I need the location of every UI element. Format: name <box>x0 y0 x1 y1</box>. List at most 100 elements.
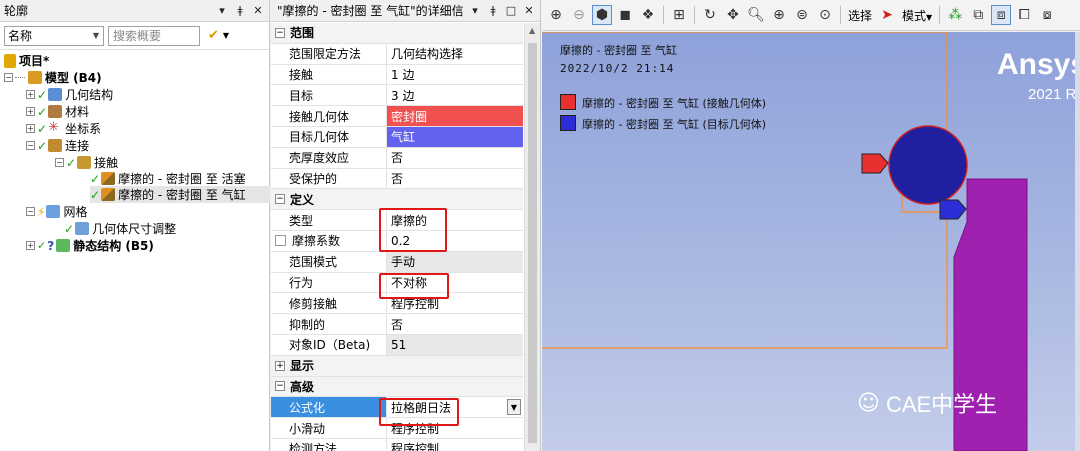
row-value[interactable]: 否 <box>387 148 523 168</box>
collapse-icon[interactable]: − <box>26 207 35 216</box>
maximize-icon[interactable]: □ <box>504 4 518 17</box>
row-value[interactable]: 几何结构选择 <box>387 44 523 64</box>
formulation-dropdown[interactable]: 拉格朗日法 ▼ <box>387 397 523 417</box>
tree-item-project[interactable]: 项目* <box>4 52 49 69</box>
row-contact[interactable]: 接触 1 边 <box>271 64 523 86</box>
zoom-in-icon[interactable]: ⊕ <box>546 5 566 25</box>
pin-icon[interactable]: ǂ <box>233 4 247 17</box>
cursor-icon[interactable]: ➤ <box>877 5 897 25</box>
row-value[interactable]: 摩擦的 <box>387 210 523 230</box>
mode-dropdown[interactable]: 模式▼ <box>902 7 932 24</box>
tree-item-static-structural[interactable]: + ✓ ? 静态结构 (B5) <box>26 237 154 254</box>
tree-item-contacts[interactable]: − ✓ 接触 <box>55 154 118 171</box>
tree-item-contact-cylinder[interactable]: ✓ 摩擦的 - 密封圈 至 气缸 <box>90 186 270 203</box>
graphics-viewport[interactable]: 摩擦的 - 密封圈 至 气缸 2022/10/2 21:14 摩擦的 - 密封圈… <box>542 32 1080 451</box>
chevron-down-icon[interactable]: ▼ <box>223 31 229 40</box>
tree-item-model[interactable]: − 模型 (B4) <box>4 69 102 86</box>
section-advanced[interactable]: − 高级 <box>271 376 523 398</box>
panel-menu-icon[interactable]: ▾ <box>215 4 229 17</box>
row-value[interactable]: 手动 <box>387 251 523 272</box>
collapse-icon[interactable]: − <box>4 73 13 82</box>
extend-icon[interactable]: ⧇ <box>1037 5 1057 25</box>
row-value[interactable]: 气缸 <box>387 126 523 147</box>
select-vertex-icon[interactable]: ⁂ <box>945 5 965 25</box>
model-geometry[interactable] <box>542 32 1080 451</box>
row-shell-thickness[interactable]: 壳厚度效应否 <box>271 147 523 169</box>
row-trim-contact[interactable]: 修剪接触 程序控制 <box>271 293 523 315</box>
row-value[interactable]: 程序控制 <box>387 293 523 313</box>
scroll-up-icon[interactable]: ▲ <box>529 26 535 35</box>
expand-icon[interactable]: + <box>26 107 35 116</box>
row-target[interactable]: 目标 3 边 <box>271 85 523 107</box>
row-protected[interactable]: 受保护的否 <box>271 168 523 190</box>
check-icon: ✓ <box>37 239 47 252</box>
tree-item-coordinate-systems[interactable]: + ✓ ✳ 坐标系 <box>26 120 101 137</box>
row-value[interactable]: 否 <box>387 314 523 334</box>
tree-item-body-sizing[interactable]: ✓ 几何体尺寸调整 <box>64 220 176 237</box>
row-value[interactable]: 3 边 <box>387 85 523 105</box>
coordinate-icon[interactable]: ⊞ <box>669 5 689 25</box>
select-body-2-icon[interactable]: ⧠ <box>1014 5 1034 25</box>
row-contact-bodies[interactable]: 接触几何体 密封圈 <box>271 106 523 127</box>
name-filter-combo[interactable]: 名称 ▼ <box>4 25 104 46</box>
expand-icon[interactable]: + <box>275 360 285 371</box>
row-behavior[interactable]: 行为 不对称 <box>271 272 523 294</box>
tree-item-geometry[interactable]: + ✓ 几何结构 <box>26 86 113 103</box>
row-value[interactable]: 否 <box>387 169 523 189</box>
scrollbar-thumb[interactable] <box>528 43 537 443</box>
row-small-sliding[interactable]: 小滑动 程序控制 <box>271 418 523 439</box>
tree-item-connections[interactable]: − ✓ 连接 <box>26 137 89 154</box>
close-icon[interactable]: ✕ <box>251 4 265 17</box>
collapse-icon[interactable]: − <box>55 158 64 167</box>
zoom-icon[interactable]: 🔍︎ <box>746 5 766 25</box>
row-detection-method[interactable]: 检测方法 程序控制 <box>271 438 523 451</box>
search-input[interactable]: 搜索概要 <box>108 25 200 46</box>
row-type[interactable]: 类型 摩擦的 <box>271 210 523 231</box>
filter-expand-icon[interactable]: ✔ <box>208 28 219 43</box>
row-target-bodies[interactable]: 目标几何体 气缸 <box>271 126 523 148</box>
pin-icon[interactable]: ǂ <box>486 4 500 17</box>
expand-icon[interactable]: + <box>26 90 35 99</box>
zoom-box-icon[interactable]: ⊕ <box>769 5 789 25</box>
row-value[interactable]: 密封圈 <box>387 106 523 126</box>
tree-item-materials[interactable]: + ✓ 材料 <box>26 103 89 120</box>
row-formulation[interactable]: 公式化 拉格朗日法 ▼ <box>271 397 523 419</box>
details-scrollbar[interactable]: ▲ <box>524 23 540 451</box>
parameter-checkbox[interactable] <box>275 235 286 247</box>
section-display[interactable]: + 显示 <box>271 355 523 377</box>
select-edge-icon[interactable]: ⧉ <box>968 5 988 25</box>
tree-item-mesh[interactable]: − ⚡ 网格 <box>26 203 87 220</box>
section-definition[interactable]: − 定义 <box>271 189 523 211</box>
tree-item-contact-piston[interactable]: ✓ 摩擦的 - 密封圈 至 活塞 <box>90 170 246 187</box>
pan-icon[interactable]: ✥ <box>723 5 743 25</box>
rotate-icon[interactable]: ↻ <box>700 5 720 25</box>
close-icon[interactable]: ✕ <box>522 4 536 17</box>
select-body-icon[interactable]: ⬢ <box>592 5 612 25</box>
collapse-icon[interactable]: − <box>275 381 285 392</box>
select-face-icon[interactable]: ⧈ <box>991 5 1012 25</box>
expand-icon[interactable]: + <box>26 241 35 250</box>
row-value[interactable]: 0.2 <box>387 231 523 251</box>
row-friction-coefficient[interactable]: 摩擦系数 0.2 <box>271 230 523 252</box>
visibility-icon[interactable]: ❖ <box>638 5 658 25</box>
chevron-down-icon[interactable]: ▼ <box>507 399 521 416</box>
expand-icon[interactable]: + <box>26 124 35 133</box>
cube-icon[interactable]: ◼ <box>615 5 635 25</box>
panel-menu-icon[interactable]: ▾ <box>468 4 482 17</box>
row-suppressed[interactable]: 抑制的否 <box>271 314 523 335</box>
section-scope[interactable]: − 范围 <box>271 23 523 44</box>
collapse-icon[interactable]: − <box>26 141 35 150</box>
zoom-fit-icon[interactable]: ⊜ <box>792 5 812 25</box>
row-value[interactable]: 程序控制 <box>387 418 523 438</box>
zoom-out-icon[interactable]: ⊖ <box>569 5 589 25</box>
row-key: 抑制的 <box>271 314 387 334</box>
row-value[interactable]: 程序控制 <box>387 439 523 451</box>
row-value[interactable]: 1 边 <box>387 65 523 85</box>
row-scope-mode[interactable]: 范围模式 手动 <box>271 251 523 273</box>
row-value[interactable]: 不对称 <box>387 273 523 293</box>
collapse-icon[interactable]: − <box>275 27 285 38</box>
magnifier-icon[interactable]: ⊙ <box>815 5 835 25</box>
row-scoping-method[interactable]: 范围限定方法 几何结构选择 <box>271 43 523 65</box>
row-object-id[interactable]: 对象ID（Beta) 51 <box>271 334 523 356</box>
collapse-icon[interactable]: − <box>275 194 285 205</box>
